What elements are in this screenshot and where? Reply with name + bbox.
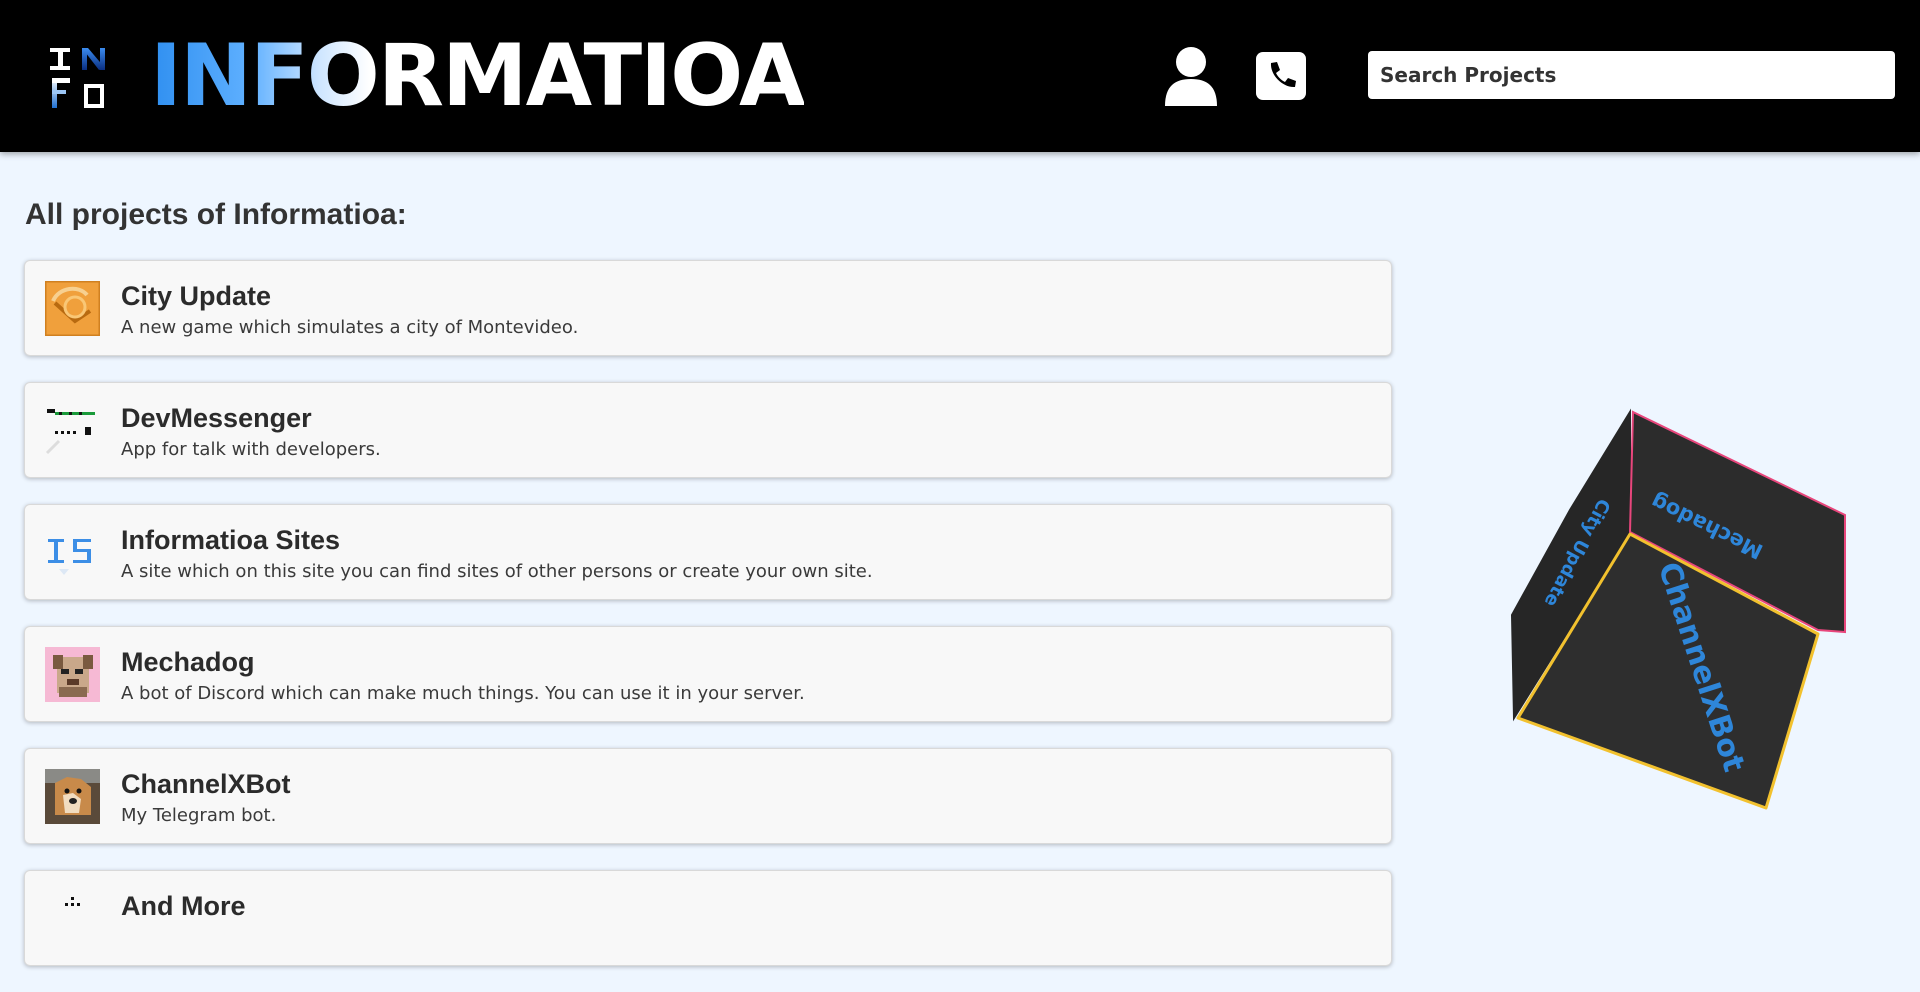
informatioa-logo[interactable] xyxy=(48,44,110,110)
city-update-icon xyxy=(45,281,100,336)
project-description: A new game which simulates a city of Mon… xyxy=(121,317,579,338)
project-card-channelxbot[interactable]: ChannelXBot My Telegram bot. xyxy=(24,748,1392,844)
project-cube[interactable]: ChannelXBot Mechadog City Update xyxy=(1500,400,1860,830)
user-icon[interactable] xyxy=(1163,46,1219,106)
site-header: INFORMATIOA xyxy=(0,0,1920,152)
project-card-informatioa-sites[interactable]: Informatioa Sites A site which on this s… xyxy=(24,504,1392,600)
project-card-city-update[interactable]: City Update A new game which simulates a… xyxy=(24,260,1392,356)
project-name: ChannelXBot xyxy=(121,769,291,799)
project-name: DevMessenger xyxy=(121,403,312,433)
project-card-devmessenger[interactable]: DevMessenger App for talk with developer… xyxy=(24,382,1392,478)
brand-name[interactable]: INFORMATIOA xyxy=(150,26,806,126)
project-description: App for talk with developers. xyxy=(121,439,381,460)
project-name: City Update xyxy=(121,281,272,311)
project-description: A site which on this site you can find s… xyxy=(121,561,873,582)
project-card-and-more[interactable]: And More xyxy=(24,870,1392,966)
project-card-mechadog[interactable]: Mechadog A bot of Discord which can make… xyxy=(24,626,1392,722)
project-name: Mechadog xyxy=(121,647,255,677)
and-more-icon xyxy=(45,891,100,946)
project-list: City Update A new game which simulates a… xyxy=(24,260,1392,992)
project-description: A bot of Discord which can make much thi… xyxy=(121,683,805,704)
project-description: My Telegram bot. xyxy=(121,805,277,826)
phone-icon[interactable] xyxy=(1256,52,1306,100)
project-name: Informatioa Sites xyxy=(121,525,341,555)
informatioa-sites-icon xyxy=(45,525,100,580)
mechadog-icon xyxy=(45,647,100,702)
channelxbot-icon xyxy=(45,769,100,824)
devmessenger-icon xyxy=(45,403,100,458)
search-input[interactable] xyxy=(1368,51,1895,99)
project-name: And More xyxy=(121,891,246,921)
page-title: All projects of Informatioa: xyxy=(25,198,407,231)
